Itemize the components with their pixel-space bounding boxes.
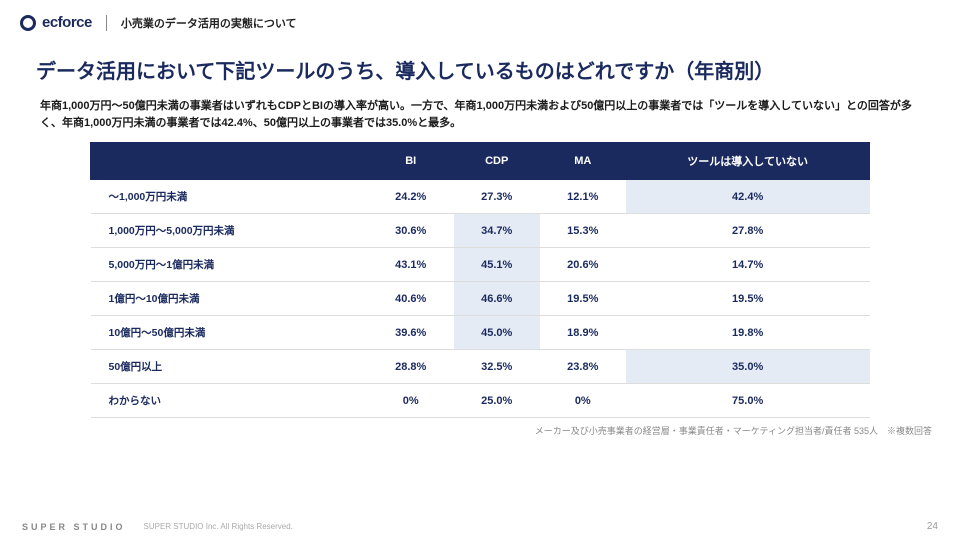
cell-value: 43.1% <box>368 248 454 282</box>
cell-value: 20.6% <box>540 248 626 282</box>
row-label: 1,000万円〜5,000万円未満 <box>91 214 368 248</box>
cell-value: 15.3% <box>540 214 626 248</box>
cell-value: 27.3% <box>454 180 540 214</box>
table-container: BICDPMAツールは導入していない 〜1,000万円未満24.2%27.3%1… <box>0 142 960 418</box>
topbar: ecforce 小売業のデータ活用の実態について <box>0 0 960 37</box>
cell-value: 14.7% <box>626 248 870 282</box>
row-label: 〜1,000万円未満 <box>91 180 368 214</box>
table-row: 50億円以上28.8%32.5%23.8%35.0% <box>91 350 870 384</box>
cell-value: 42.4% <box>626 180 870 214</box>
cell-value: 25.0% <box>454 384 540 418</box>
col-header: BI <box>368 143 454 180</box>
cell-value: 23.8% <box>540 350 626 384</box>
cell-value: 39.6% <box>368 316 454 350</box>
row-label: 5,000万円〜1億円未満 <box>91 248 368 282</box>
footnote: メーカー及び小売事業者の経営層・事業責任者・マーケティング担当者/責任者 535… <box>0 418 960 437</box>
cell-value: 40.6% <box>368 282 454 316</box>
cell-value: 28.8% <box>368 350 454 384</box>
table-row: 1億円〜10億円未満40.6%46.6%19.5%19.5% <box>91 282 870 316</box>
lead-paragraph: 年商1,000万円〜50億円未満の事業者はいずれもCDPとBIの導入率が高い。一… <box>0 94 960 142</box>
page-number: 24 <box>927 521 938 532</box>
col-header: CDP <box>454 143 540 180</box>
cell-value: 32.5% <box>454 350 540 384</box>
table-row: 1,000万円〜5,000万円未満30.6%34.7%15.3%27.8% <box>91 214 870 248</box>
table-header-row: BICDPMAツールは導入していない <box>91 143 870 180</box>
col-header-blank <box>91 143 368 180</box>
cell-value: 19.5% <box>626 282 870 316</box>
cell-value: 19.8% <box>626 316 870 350</box>
cell-value: 27.8% <box>626 214 870 248</box>
footer-copyright: SUPER STUDIO Inc. All Rights Reserved. <box>144 522 293 531</box>
logo-circle-icon <box>20 15 36 31</box>
cell-value: 35.0% <box>626 350 870 384</box>
cell-value: 18.9% <box>540 316 626 350</box>
breadcrumb: 小売業のデータ活用の実態について <box>121 15 297 31</box>
divider <box>106 15 107 31</box>
table-row: 10億円〜50億円未満39.6%45.0%18.9%19.8% <box>91 316 870 350</box>
cell-value: 46.6% <box>454 282 540 316</box>
cell-value: 19.5% <box>540 282 626 316</box>
table-row: 5,000万円〜1億円未満43.1%45.1%20.6%14.7% <box>91 248 870 282</box>
table-body: 〜1,000万円未満24.2%27.3%12.1%42.4%1,000万円〜5,… <box>91 180 870 418</box>
cell-value: 75.0% <box>626 384 870 418</box>
footer-studio: SUPER STUDIO <box>22 522 126 532</box>
row-label: 1億円〜10億円未満 <box>91 282 368 316</box>
logo: ecforce <box>20 14 92 31</box>
table-row: 〜1,000万円未満24.2%27.3%12.1%42.4% <box>91 180 870 214</box>
row-label: わからない <box>91 384 368 418</box>
cell-value: 34.7% <box>454 214 540 248</box>
col-header: MA <box>540 143 626 180</box>
cell-value: 45.1% <box>454 248 540 282</box>
row-label: 50億円以上 <box>91 350 368 384</box>
col-header: ツールは導入していない <box>626 143 870 180</box>
cell-value: 45.0% <box>454 316 540 350</box>
logo-text: ecforce <box>42 14 92 31</box>
cell-value: 12.1% <box>540 180 626 214</box>
page-title: データ活用において下記ツールのうち、導入しているものはどれですか（年商別） <box>0 37 960 94</box>
cell-value: 0% <box>368 384 454 418</box>
cell-value: 30.6% <box>368 214 454 248</box>
data-table: BICDPMAツールは導入していない 〜1,000万円未満24.2%27.3%1… <box>90 142 870 418</box>
footer: SUPER STUDIO SUPER STUDIO Inc. All Right… <box>0 521 960 532</box>
row-label: 10億円〜50億円未満 <box>91 316 368 350</box>
cell-value: 0% <box>540 384 626 418</box>
cell-value: 24.2% <box>368 180 454 214</box>
table-row: わからない0%25.0%0%75.0% <box>91 384 870 418</box>
